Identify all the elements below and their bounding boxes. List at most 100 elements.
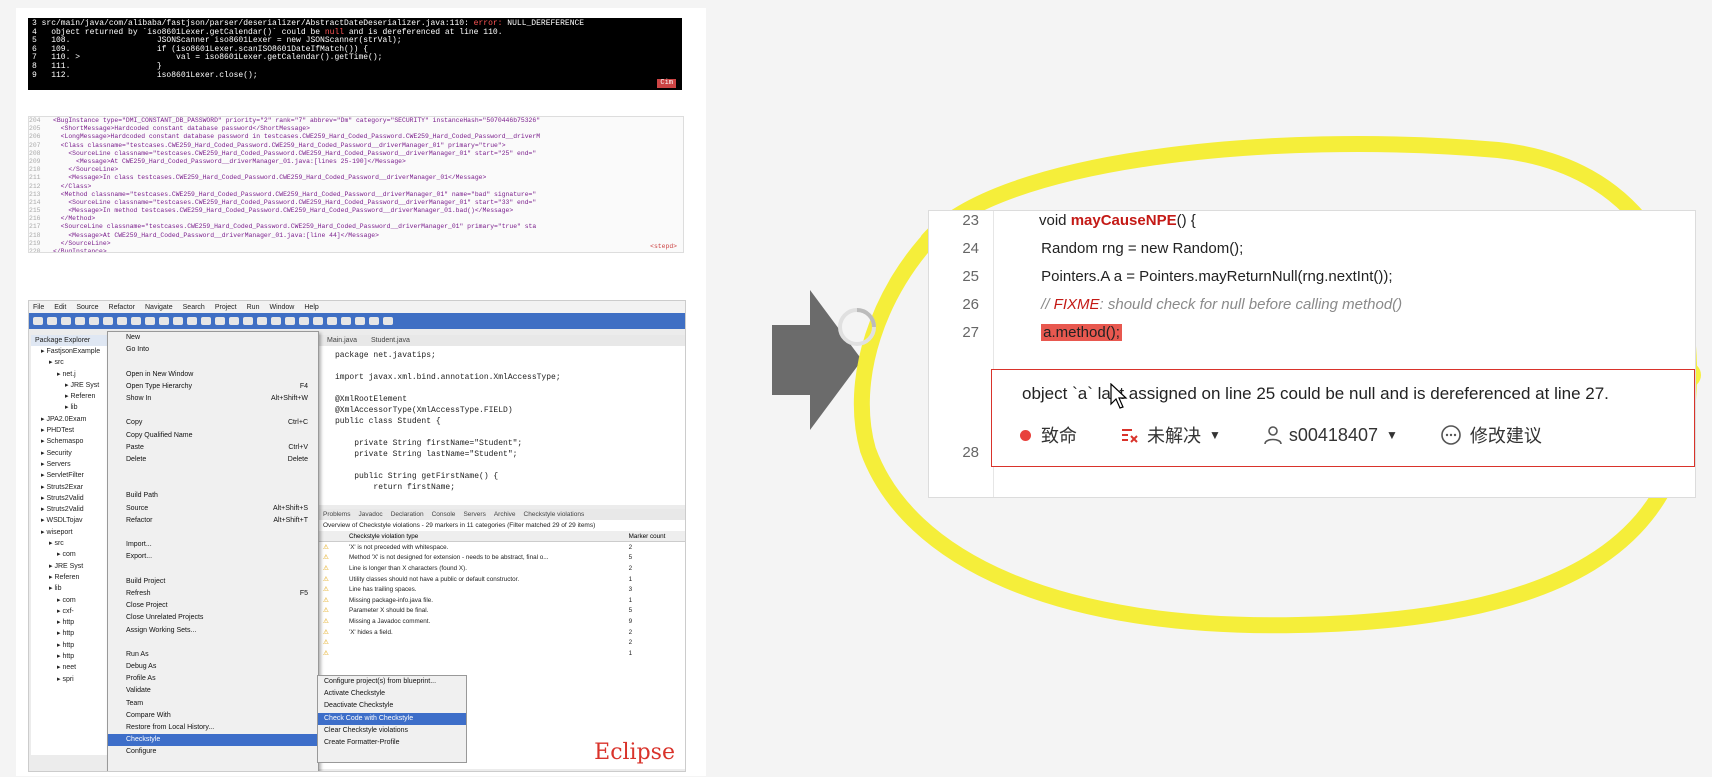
- context-menu-item[interactable]: [108, 527, 318, 539]
- context-menu-item[interactable]: Checkstyle: [108, 734, 318, 747]
- toolbar-icon[interactable]: [299, 317, 309, 325]
- toolbar-icon[interactable]: [131, 317, 141, 325]
- assignee-dropdown[interactable]: s00418407 ▼: [1263, 425, 1398, 446]
- context-menu-item[interactable]: Close Project: [108, 600, 318, 612]
- table-row[interactable]: ⚠ Method 'X' is not designed for extensio…: [319, 553, 685, 564]
- submenu-item[interactable]: Activate Checkstyle: [318, 688, 466, 700]
- context-menu-item[interactable]: [108, 478, 318, 490]
- context-menu-item[interactable]: Build Path: [108, 490, 318, 502]
- table-row[interactable]: ⚠ Parameter X should be final. 5: [319, 606, 685, 617]
- menu-item[interactable]: Navigate: [145, 304, 173, 311]
- context-menu-item[interactable]: Refresh F5: [108, 588, 318, 600]
- submenu-item[interactable]: Configure project(s) from blueprint...: [318, 676, 466, 688]
- table-row[interactable]: ⚠ Line has trailing spaces. 3: [319, 584, 685, 595]
- context-menu-item[interactable]: Copy Ctrl+C: [108, 417, 318, 429]
- status-dropdown[interactable]: 未解决 ▼: [1119, 422, 1221, 448]
- view-tab[interactable]: Archive: [494, 509, 516, 520]
- toolbar-icon[interactable]: [355, 317, 365, 325]
- toolbar-icon[interactable]: [313, 317, 323, 325]
- submenu-item[interactable]: Clear Checkstyle violations: [318, 725, 466, 737]
- toolbar-icon[interactable]: [33, 317, 43, 325]
- table-row[interactable]: ⚠ Line is longer than X characters (found…: [319, 563, 685, 574]
- toolbar-icon[interactable]: [61, 317, 71, 325]
- menu-item[interactable]: Run: [247, 304, 260, 311]
- context-menu-item[interactable]: [108, 564, 318, 576]
- menu-item[interactable]: Help: [304, 304, 318, 311]
- editor-tab[interactable]: Student.java: [371, 335, 410, 346]
- toolbar-icon[interactable]: [229, 317, 239, 325]
- code-editor[interactable]: Main.java Student.java package net.javati…: [319, 335, 685, 505]
- table-row[interactable]: ⚠ 'X' hides a field. 2: [319, 627, 685, 638]
- toolbar-icon[interactable]: [89, 317, 99, 325]
- context-menu-item[interactable]: Import...: [108, 539, 318, 551]
- col-marker-count[interactable]: Marker count: [624, 531, 685, 542]
- view-tab[interactable]: Declaration: [391, 509, 424, 520]
- table-row[interactable]: ⚠ 1: [319, 648, 685, 659]
- menu-item[interactable]: Source: [76, 304, 98, 311]
- context-menu-item[interactable]: Open in New Window: [108, 369, 318, 381]
- context-menu-item[interactable]: Open Type Hierarchy F4: [108, 381, 318, 393]
- context-menu-item[interactable]: [108, 405, 318, 417]
- toolbar-icon[interactable]: [285, 317, 295, 325]
- context-menu-item[interactable]: Assign Working Sets...: [108, 625, 318, 637]
- context-menu-item[interactable]: Team: [108, 698, 318, 710]
- menu-item[interactable]: Edit: [54, 304, 66, 311]
- suggest-fix-button[interactable]: 修改建议: [1440, 422, 1542, 448]
- toolbar-icon[interactable]: [341, 317, 351, 325]
- context-menu-item[interactable]: [108, 466, 318, 478]
- submenu-item[interactable]: Check Code with Checkstyle: [318, 712, 466, 725]
- submenu-item[interactable]: Deactivate Checkstyle: [318, 700, 466, 712]
- context-menu-item[interactable]: Paste Ctrl+V: [108, 442, 318, 454]
- table-row[interactable]: ⚠ 2: [319, 637, 685, 648]
- toolbar-icon[interactable]: [47, 317, 57, 325]
- toolbar-icon[interactable]: [327, 317, 337, 325]
- menu-item[interactable]: Search: [183, 304, 205, 311]
- context-menu-item[interactable]: Compare With: [108, 710, 318, 722]
- context-menu-item[interactable]: Profile As: [108, 673, 318, 685]
- toolbar-icon[interactable]: [173, 317, 183, 325]
- context-menu-item[interactable]: Go Into: [108, 344, 318, 356]
- view-tab[interactable]: Problems: [323, 509, 350, 520]
- toolbar-icon[interactable]: [369, 317, 379, 325]
- context-menu-item[interactable]: [108, 356, 318, 368]
- context-menu-item[interactable]: Debug As: [108, 661, 318, 673]
- toolbar-icon[interactable]: [75, 317, 85, 325]
- context-menu-item[interactable]: Show In Alt+Shift+W: [108, 393, 318, 405]
- context-menu-item[interactable]: Close Unrelated Projects: [108, 612, 318, 624]
- menu-item[interactable]: File: [33, 304, 44, 311]
- context-menu-item[interactable]: Delete Delete: [108, 454, 318, 466]
- toolbar-icon[interactable]: [243, 317, 253, 325]
- menu-item[interactable]: Window: [269, 304, 294, 311]
- context-menu-item[interactable]: Restore from Local History...: [108, 722, 318, 734]
- toolbar-icon[interactable]: [117, 317, 127, 325]
- toolbar-icon[interactable]: [187, 317, 197, 325]
- context-menu-item[interactable]: Validate: [108, 685, 318, 697]
- view-tab[interactable]: Servers: [463, 509, 485, 520]
- col-violation-type[interactable]: Checkstyle violation type: [345, 531, 625, 542]
- context-menu-item[interactable]: Refactor Alt+Shift+T: [108, 515, 318, 527]
- view-tab[interactable]: Checkstyle violations: [524, 509, 585, 520]
- toolbar-icon[interactable]: [257, 317, 267, 325]
- table-row[interactable]: ⚠ Missing package-info.java file. 1: [319, 595, 685, 606]
- submenu-item[interactable]: Create Formatter-Profile: [318, 737, 466, 749]
- toolbar-icon[interactable]: [215, 317, 225, 325]
- context-menu-item[interactable]: Copy Qualified Name: [108, 430, 318, 442]
- table-row[interactable]: ⚠ Missing a Javadoc comment. 9: [319, 616, 685, 627]
- toolbar-icon[interactable]: [201, 317, 211, 325]
- context-menu-item[interactable]: New: [108, 332, 318, 344]
- view-tab[interactable]: Javadoc: [358, 509, 382, 520]
- table-row[interactable]: ⚠ 'X' is not preceded with whitespace. 2: [319, 542, 685, 553]
- toolbar-icon[interactable]: [103, 317, 113, 325]
- editor-tab[interactable]: Main.java: [327, 335, 357, 346]
- menu-item[interactable]: Project: [215, 304, 237, 311]
- context-menu-item[interactable]: [108, 637, 318, 649]
- toolbar-icon[interactable]: [383, 317, 393, 325]
- table-row[interactable]: ⚠ Utility classes should not have a publi…: [319, 574, 685, 585]
- context-menu-item[interactable]: Configure: [108, 746, 318, 758]
- menu-item[interactable]: Refactor: [109, 304, 135, 311]
- context-menu-item[interactable]: Run As: [108, 649, 318, 661]
- context-menu-item[interactable]: Build Project: [108, 576, 318, 588]
- toolbar-icon[interactable]: [271, 317, 281, 325]
- context-menu-item[interactable]: Source Alt+Shift+S: [108, 503, 318, 515]
- toolbar-icon[interactable]: [145, 317, 155, 325]
